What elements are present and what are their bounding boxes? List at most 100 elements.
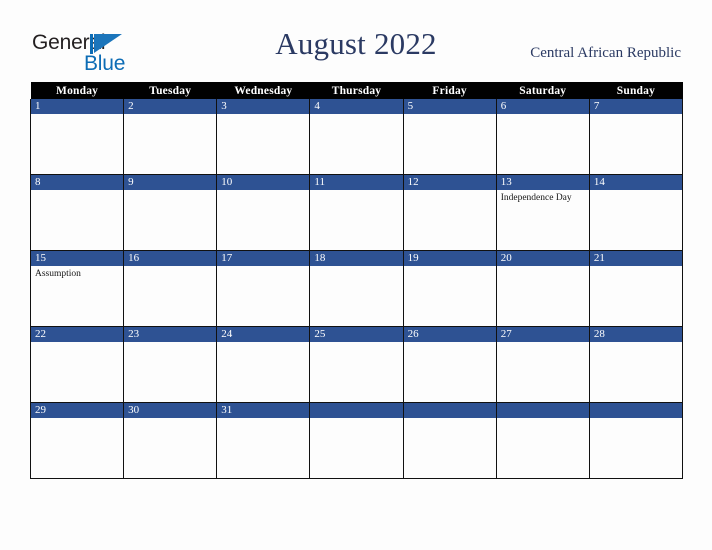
day-number: 28 bbox=[589, 327, 682, 342]
day-number: 14 bbox=[589, 175, 682, 190]
calendar-day-cell[interactable] bbox=[402, 402, 497, 479]
weekday-header-friday: Friday bbox=[403, 82, 497, 99]
calendar-day-cell[interactable]: 12 bbox=[402, 174, 497, 251]
calendar-day-cell[interactable]: 29 bbox=[29, 402, 125, 479]
calendar-day-cell[interactable]: 5 bbox=[402, 99, 497, 175]
calendar-day-cell[interactable]: 13 Independence Day bbox=[495, 174, 590, 251]
day-events bbox=[31, 190, 123, 192]
day-number: 23 bbox=[124, 327, 217, 342]
day-events bbox=[31, 114, 123, 116]
calendar-day-cell[interactable]: 23 bbox=[123, 326, 218, 403]
weekday-header-row: Monday Tuesday Wednesday Thursday Friday… bbox=[30, 82, 683, 99]
calendar-day-cell[interactable]: 16 bbox=[123, 250, 218, 327]
calendar-day-cell[interactable]: 17 bbox=[216, 250, 311, 327]
weekday-header-tuesday: Tuesday bbox=[123, 82, 217, 99]
calendar-week-row: 22 23 24 25 26 27 28 bbox=[29, 326, 684, 403]
day-number: 29 bbox=[31, 403, 124, 418]
weekday-header-wednesday: Wednesday bbox=[216, 82, 310, 99]
day-events bbox=[124, 114, 216, 116]
calendar-day-cell[interactable]: 11 bbox=[309, 174, 404, 251]
calendar-week-row: 15 Assumption 16 17 18 19 20 21 bbox=[29, 250, 684, 327]
calendar-day-cell[interactable]: 9 bbox=[123, 174, 218, 251]
day-events bbox=[590, 114, 682, 116]
day-events bbox=[124, 190, 216, 192]
calendar-day-cell[interactable]: 1 bbox=[29, 99, 125, 175]
day-number: 12 bbox=[403, 175, 496, 190]
day-number: 19 bbox=[403, 251, 496, 266]
day-number: 17 bbox=[217, 251, 310, 266]
day-events bbox=[590, 190, 682, 192]
day-number: 24 bbox=[217, 327, 310, 342]
day-events bbox=[497, 418, 589, 420]
calendar-day-cell[interactable]: 24 bbox=[216, 326, 311, 403]
day-number: 18 bbox=[310, 251, 403, 266]
calendar-day-cell[interactable]: 20 bbox=[495, 250, 590, 327]
day-events: Independence Day bbox=[497, 190, 589, 204]
day-events bbox=[590, 342, 682, 344]
day-events bbox=[590, 418, 682, 420]
day-events bbox=[497, 114, 589, 116]
calendar-day-cell[interactable]: 31 bbox=[216, 402, 311, 479]
calendar-day-cell[interactable] bbox=[495, 402, 590, 479]
calendar-day-cell[interactable] bbox=[588, 402, 684, 479]
day-events bbox=[404, 418, 496, 420]
calendar-day-cell[interactable]: 7 bbox=[588, 99, 684, 175]
day-events bbox=[497, 342, 589, 344]
day-events bbox=[31, 342, 123, 344]
calendar-day-cell[interactable]: 4 bbox=[309, 99, 404, 175]
calendar-day-cell[interactable]: 28 bbox=[588, 326, 684, 403]
country-label: Central African Republic bbox=[530, 45, 681, 61]
day-number: 7 bbox=[589, 99, 682, 114]
day-events bbox=[217, 418, 309, 420]
day-events bbox=[404, 190, 496, 192]
day-number: 22 bbox=[31, 327, 124, 342]
day-events bbox=[217, 266, 309, 268]
day-number bbox=[310, 403, 403, 418]
day-number: 2 bbox=[124, 99, 217, 114]
page-header: General Blue August 2022 Central African… bbox=[0, 0, 712, 80]
calendar-grid: Monday Tuesday Wednesday Thursday Friday… bbox=[29, 82, 684, 479]
day-number: 15 bbox=[31, 251, 124, 266]
calendar-day-cell[interactable]: 3 bbox=[216, 99, 311, 175]
calendar-day-cell[interactable]: 27 bbox=[495, 326, 590, 403]
calendar-day-cell[interactable]: 8 bbox=[29, 174, 125, 251]
calendar-day-cell[interactable]: 21 bbox=[588, 250, 684, 327]
day-events bbox=[310, 114, 402, 116]
calendar-day-cell[interactable]: 19 bbox=[402, 250, 497, 327]
calendar-day-cell[interactable]: 22 bbox=[29, 326, 125, 403]
day-events bbox=[404, 342, 496, 344]
day-events bbox=[124, 418, 216, 420]
calendar-day-cell[interactable]: 14 bbox=[588, 174, 684, 251]
day-events bbox=[310, 342, 402, 344]
day-number: 31 bbox=[217, 403, 310, 418]
weekday-header-thursday: Thursday bbox=[309, 82, 404, 99]
day-number: 8 bbox=[31, 175, 124, 190]
calendar-day-cell[interactable]: 25 bbox=[309, 326, 404, 403]
calendar-day-cell[interactable]: 18 bbox=[309, 250, 404, 327]
calendar-day-cell[interactable]: 10 bbox=[216, 174, 311, 251]
day-number: 6 bbox=[496, 99, 589, 114]
calendar-day-cell[interactable]: 26 bbox=[402, 326, 497, 403]
day-number bbox=[496, 403, 589, 418]
day-number: 26 bbox=[403, 327, 496, 342]
day-number: 21 bbox=[589, 251, 682, 266]
day-events bbox=[404, 114, 496, 116]
calendar-page: General Blue August 2022 Central African… bbox=[0, 0, 712, 550]
day-events bbox=[497, 266, 589, 268]
holiday-event: Independence Day bbox=[500, 193, 572, 203]
calendar-day-cell[interactable] bbox=[309, 402, 404, 479]
day-events bbox=[217, 114, 309, 116]
weekday-header-monday: Monday bbox=[30, 82, 124, 99]
calendar-day-cell[interactable]: 30 bbox=[123, 402, 218, 479]
calendar-day-cell[interactable]: 2 bbox=[123, 99, 218, 175]
day-events bbox=[31, 418, 123, 420]
day-number: 16 bbox=[124, 251, 217, 266]
calendar-week-row: 29 30 31 bbox=[29, 402, 684, 479]
day-events bbox=[124, 266, 216, 268]
day-number: 27 bbox=[496, 327, 589, 342]
calendar-day-cell[interactable]: 6 bbox=[495, 99, 590, 175]
calendar-day-cell[interactable]: 15 Assumption bbox=[29, 250, 125, 327]
day-number: 11 bbox=[310, 175, 403, 190]
day-number: 5 bbox=[403, 99, 496, 114]
day-events bbox=[404, 266, 496, 268]
